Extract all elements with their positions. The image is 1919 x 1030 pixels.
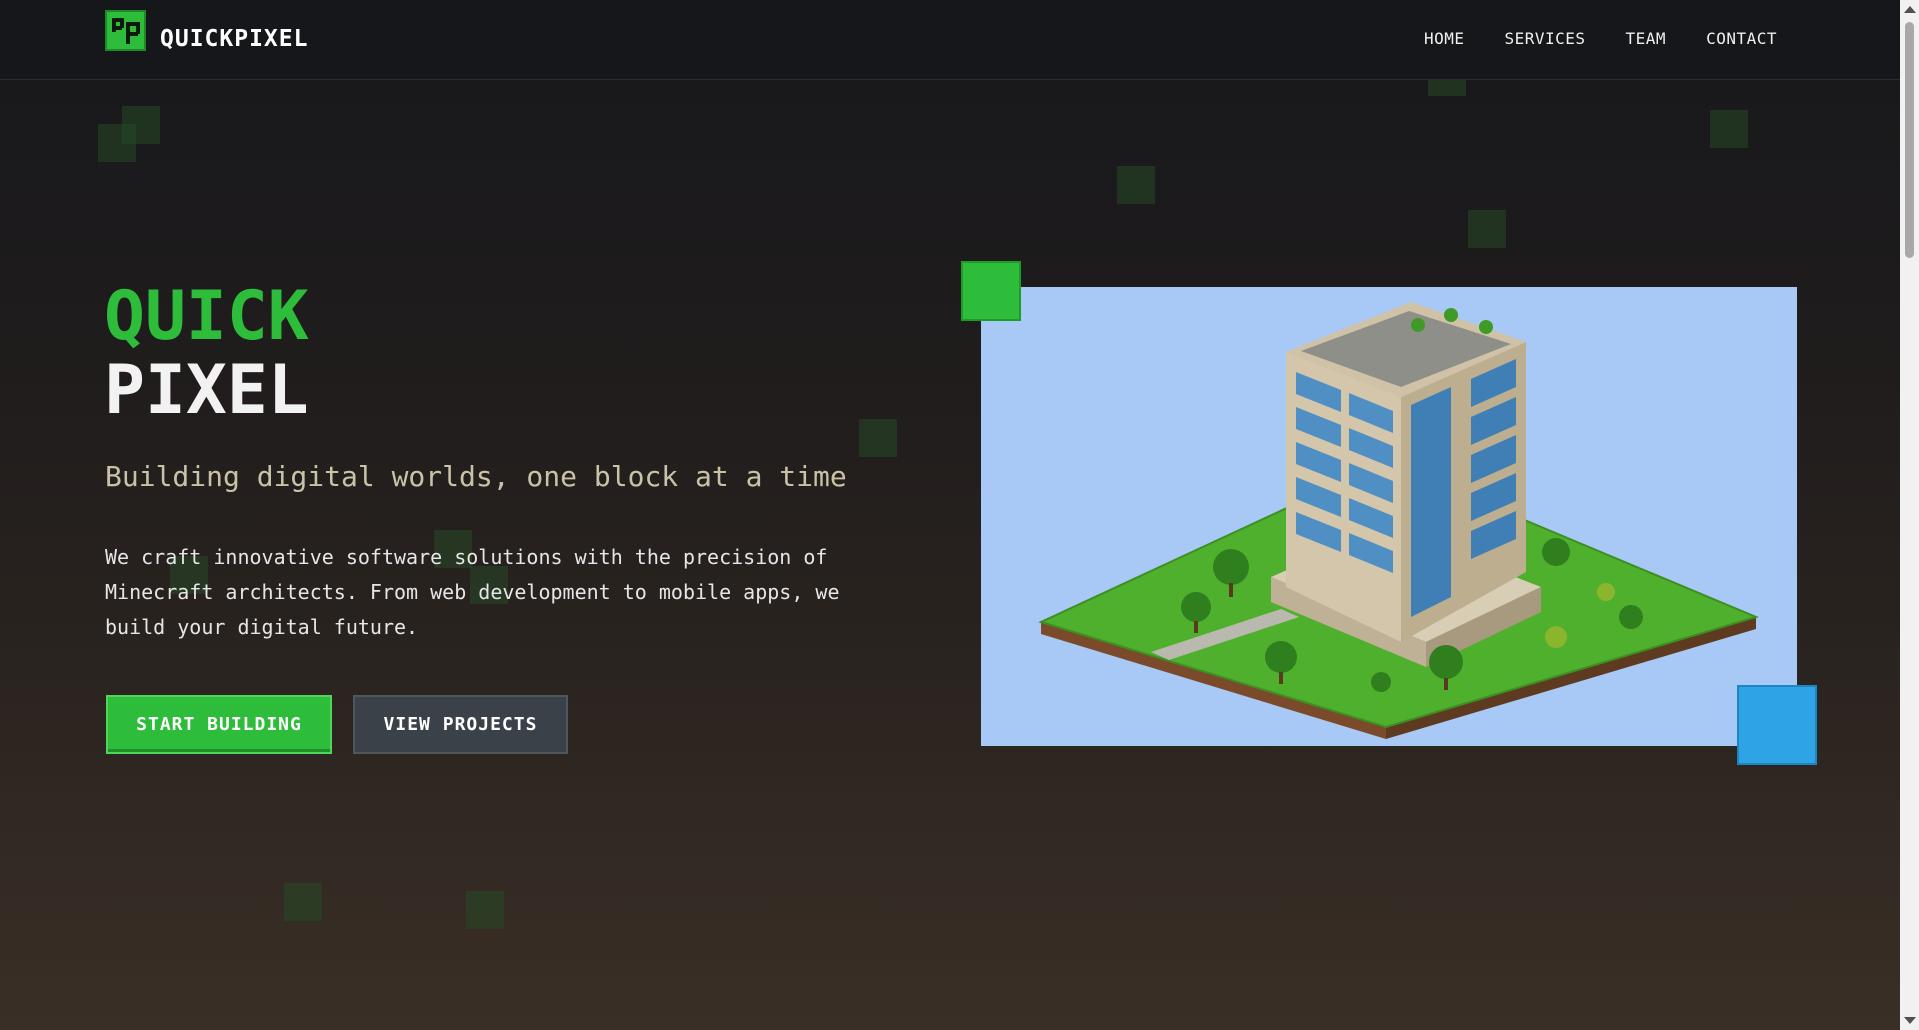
- nav-contact-link[interactable]: CONTACT: [1706, 29, 1777, 48]
- nav-services-link[interactable]: SERVICES: [1504, 29, 1585, 48]
- decorative-pixel: [1468, 210, 1506, 248]
- scroll-down-arrow-icon[interactable]: [1904, 1017, 1916, 1024]
- hero-title: QUICK PIXEL: [104, 280, 309, 428]
- main-nav: HOME SERVICES TEAM CONTACT: [1384, 29, 1777, 48]
- hero-tagline: Building digital worlds, one block at a …: [105, 460, 847, 493]
- scroll-up-arrow-icon[interactable]: [1904, 6, 1916, 13]
- decorative-pixel: [1117, 166, 1155, 204]
- decorative-pixel: [122, 106, 160, 144]
- decorative-pixel: [859, 419, 897, 457]
- decorative-blue-block: [1737, 685, 1817, 765]
- hero-building-image: [981, 287, 1797, 746]
- decorative-pixel: [466, 891, 504, 929]
- decorative-green-block: [961, 261, 1021, 321]
- vertical-scrollbar[interactable]: [1900, 0, 1919, 1030]
- brand[interactable]: QUICKPIXEL: [105, 8, 308, 52]
- qp-logo-icon: [105, 9, 146, 51]
- scrollbar-thumb[interactable]: [1905, 22, 1914, 258]
- nav-home-link[interactable]: HOME: [1424, 29, 1465, 48]
- top-navbar: QUICKPIXEL HOME SERVICES TEAM CONTACT: [0, 0, 1900, 80]
- nav-team-link[interactable]: TEAM: [1626, 29, 1667, 48]
- decorative-pixel: [284, 883, 322, 921]
- brand-name: QUICKPIXEL: [160, 26, 309, 52]
- hero-title-pixel: PIXEL: [104, 351, 309, 430]
- start-building-button[interactable]: START BUILDING: [106, 695, 332, 754]
- hero-description: We craft innovative software solutions w…: [105, 545, 840, 639]
- decorative-pixel: [1710, 110, 1748, 148]
- view-projects-button[interactable]: VIEW PROJECTS: [353, 695, 568, 754]
- hero-title-quick: QUICK: [104, 277, 309, 356]
